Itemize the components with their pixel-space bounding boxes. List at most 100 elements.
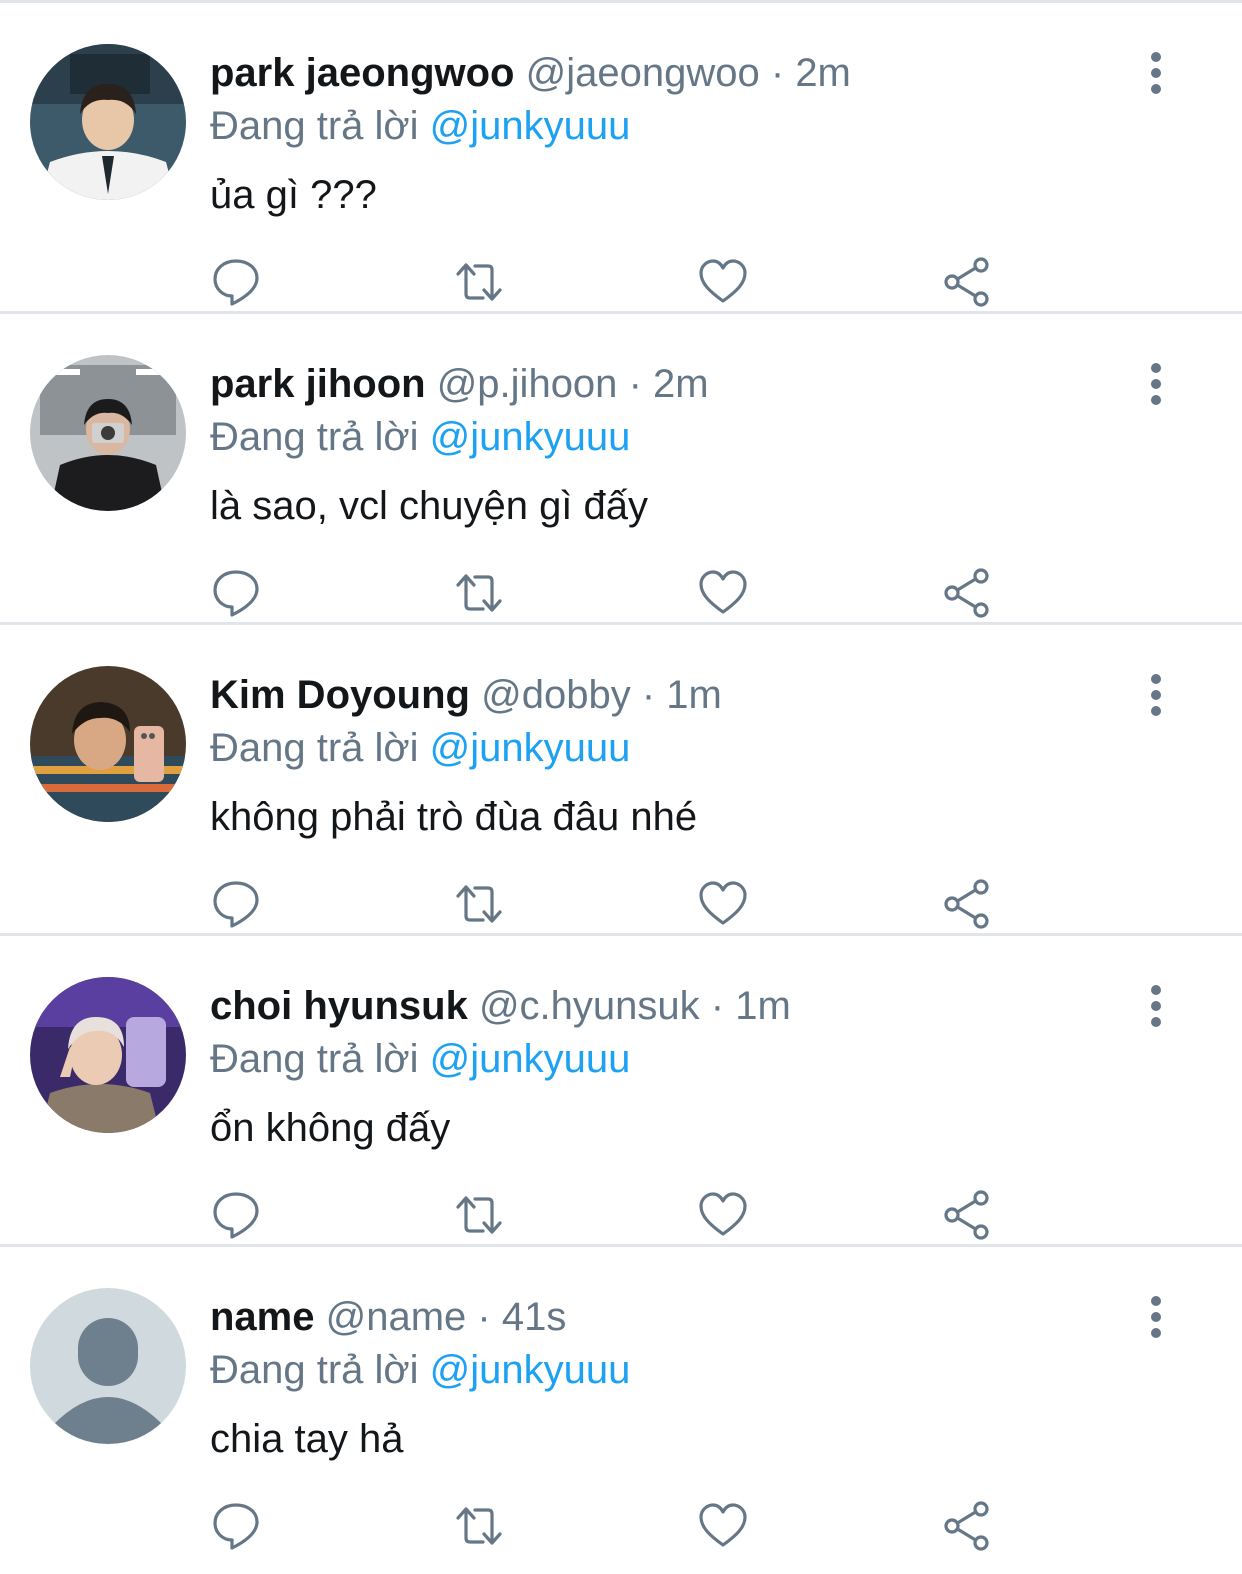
tweet-header: choi hyunsuk @c.hyunsuk · 1m — [210, 980, 791, 1032]
separator-dot: · — [770, 51, 785, 95]
user-handle[interactable]: @name — [326, 1295, 467, 1339]
timestamp[interactable]: 1m — [735, 984, 791, 1028]
replying-to-line: Đang trả lời @junkyuuu — [210, 411, 630, 463]
more-vertical-icon — [1151, 674, 1161, 716]
retweet-icon — [456, 1196, 502, 1234]
user-handle[interactable]: @p.jihoon — [437, 362, 618, 406]
separator-dot: · — [710, 984, 725, 1028]
share-icon — [944, 257, 989, 307]
reply-feed: park jaeongwoo @jaeongwoo · 2m Đang trả … — [0, 0, 1242, 1574]
default-avatar-icon — [30, 1288, 186, 1444]
display-name[interactable]: choi hyunsuk — [210, 984, 468, 1028]
avatar[interactable] — [30, 355, 186, 511]
user-handle[interactable]: @jaeongwoo — [526, 51, 760, 95]
replying-prefix: Đang trả lời — [210, 415, 419, 459]
share-button[interactable] — [941, 1500, 993, 1552]
more-options-button[interactable] — [1134, 362, 1178, 406]
replying-to-link[interactable]: @junkyuuu — [430, 726, 631, 770]
tweet-text: chia tay hả — [210, 1417, 404, 1461]
share-button[interactable] — [941, 1189, 993, 1241]
more-vertical-icon — [1151, 1296, 1161, 1338]
reply-button[interactable] — [210, 256, 262, 308]
reply-button[interactable] — [210, 567, 262, 619]
replying-prefix: Đang trả lời — [210, 726, 419, 770]
heart-icon — [699, 881, 747, 925]
like-button[interactable] — [697, 878, 749, 930]
display-name[interactable]: name — [210, 1295, 315, 1339]
more-options-button[interactable] — [1134, 1295, 1178, 1339]
share-icon — [944, 568, 989, 618]
more-vertical-icon — [1151, 985, 1161, 1027]
share-icon — [944, 1190, 989, 1240]
reply-icon — [213, 1192, 259, 1239]
retweet-button[interactable] — [453, 1189, 505, 1241]
replying-to-line: Đang trả lời @junkyuuu — [210, 1344, 630, 1396]
timestamp[interactable]: 1m — [666, 673, 722, 717]
display-name[interactable]: park jaeongwoo — [210, 51, 515, 95]
retweet-icon — [456, 263, 502, 301]
replying-to-link[interactable]: @junkyuuu — [430, 1348, 631, 1392]
tweet-card[interactable]: Kim Doyoung @dobby · 1m Đang trả lời @ju… — [0, 625, 1242, 936]
timestamp[interactable]: 2m — [653, 362, 709, 406]
share-button[interactable] — [941, 878, 993, 930]
tweet-text: ổn không đấy — [210, 1106, 451, 1150]
separator-dot: · — [628, 362, 642, 406]
separator-dot: · — [477, 1295, 491, 1339]
like-button[interactable] — [697, 1189, 749, 1241]
reply-icon — [213, 570, 259, 617]
like-button[interactable] — [697, 567, 749, 619]
retweet-button[interactable] — [453, 1500, 505, 1552]
replying-to-link[interactable]: @junkyuuu — [430, 1037, 631, 1081]
retweet-button[interactable] — [453, 878, 505, 930]
replying-to-line: Đang trả lời @junkyuuu — [210, 1033, 630, 1085]
tweet-header: park jihoon @p.jihoon · 2m — [210, 358, 709, 410]
user-handle[interactable]: @c.hyunsuk — [479, 984, 700, 1028]
tweet-text: là sao, vcl chuyện gì đấy — [210, 484, 649, 528]
like-button[interactable] — [697, 1500, 749, 1552]
replying-to-link[interactable]: @junkyuuu — [430, 104, 631, 148]
like-button[interactable] — [697, 256, 749, 308]
display-name[interactable]: park jihoon — [210, 362, 426, 406]
reply-button[interactable] — [210, 878, 262, 930]
retweet-icon — [456, 885, 502, 923]
timestamp[interactable]: 2m — [795, 51, 851, 95]
avatar[interactable] — [30, 977, 186, 1133]
heart-icon — [699, 259, 747, 303]
user-handle[interactable]: @dobby — [481, 673, 631, 717]
share-button[interactable] — [941, 256, 993, 308]
tweet-card[interactable]: choi hyunsuk @c.hyunsuk · 1m Đang trả lờ… — [0, 936, 1242, 1247]
heart-icon — [699, 570, 747, 614]
reply-icon — [213, 1503, 259, 1550]
avatar[interactable] — [30, 1288, 186, 1444]
more-options-button[interactable] — [1134, 51, 1178, 95]
tweet-header: Kim Doyoung @dobby · 1m — [210, 669, 722, 721]
more-vertical-icon — [1151, 52, 1161, 94]
reply-icon — [213, 881, 259, 928]
retweet-icon — [456, 1507, 502, 1545]
tweet-header: name @name · 41s — [210, 1291, 566, 1343]
more-vertical-icon — [1151, 363, 1161, 405]
reply-icon — [213, 259, 259, 306]
timestamp[interactable]: 41s — [502, 1295, 567, 1339]
more-options-button[interactable] — [1134, 673, 1178, 717]
reply-button[interactable] — [210, 1500, 262, 1552]
avatar[interactable] — [30, 44, 186, 200]
replying-to-line: Đang trả lời @junkyuuu — [210, 722, 630, 774]
tweet-text: ủa gì ??? — [210, 173, 377, 217]
replying-to-link[interactable]: @junkyuuu — [430, 415, 631, 459]
heart-icon — [699, 1503, 747, 1547]
share-button[interactable] — [941, 567, 993, 619]
retweet-button[interactable] — [453, 567, 505, 619]
avatar[interactable] — [30, 666, 186, 822]
tweet-card[interactable]: park jaeongwoo @jaeongwoo · 2m Đang trả … — [0, 3, 1242, 314]
more-options-button[interactable] — [1134, 984, 1178, 1028]
display-name[interactable]: Kim Doyoung — [210, 673, 470, 717]
separator-dot: · — [641, 673, 656, 717]
reply-button[interactable] — [210, 1189, 262, 1241]
tweet-card[interactable]: name @name · 41s Đang trả lời @junkyuuu … — [0, 1247, 1242, 1558]
tweet-card[interactable]: park jihoon @p.jihoon · 2m Đang trả lời … — [0, 314, 1242, 625]
retweet-button[interactable] — [453, 256, 505, 308]
share-icon — [944, 1501, 989, 1551]
replying-prefix: Đang trả lời — [210, 1348, 419, 1392]
tweet-header: park jaeongwoo @jaeongwoo · 2m — [210, 47, 851, 99]
